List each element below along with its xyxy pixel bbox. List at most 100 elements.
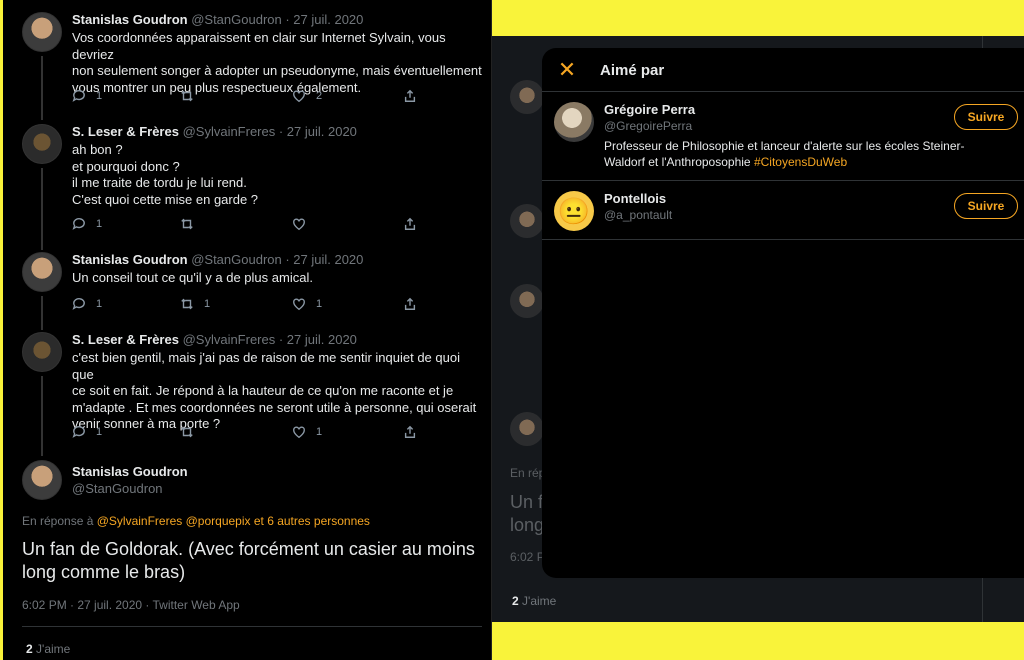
share-button[interactable] (403, 297, 417, 311)
author-handle[interactable]: @StanGoudron (72, 481, 163, 496)
reply-context: En réponse à @SylvainFreres @porquepix e… (22, 514, 370, 528)
author-meta: @SylvainFreres · 27 juil. 2020 (182, 124, 357, 139)
tweet-text: long (510, 515, 545, 535)
avatar[interactable] (22, 460, 62, 500)
reply-button[interactable]: 1 (72, 425, 102, 439)
author-meta: @StanGoudron · 27 juil. 2020 (191, 252, 364, 267)
retweet-button[interactable] (180, 217, 194, 231)
tweet-line: C'est quoi cette mise en garde ? (72, 191, 259, 207)
like-count: 1 (316, 426, 323, 438)
tweet[interactable]: S. Leser & Frères @SylvainFreres · 27 ju… (22, 124, 482, 250)
likes-label: J'aime (36, 642, 71, 656)
likes-link[interactable]: 2 J'aime (512, 594, 556, 608)
user-handle[interactable]: @GregoirePerra (604, 119, 692, 133)
author-name[interactable]: S. Leser & Frères (72, 332, 179, 347)
like-button[interactable]: 2 (292, 89, 322, 103)
author-name[interactable]: S. Leser & Frères (72, 124, 179, 139)
thread-line (41, 168, 43, 250)
user-bio: Professeur de Philosophie et lanceur d'a… (604, 138, 994, 170)
retweet-button[interactable]: 1 (180, 297, 210, 311)
tweet-line: c'est bien gentil, mais j'ai pas de rais… (72, 350, 460, 382)
author-name[interactable]: Stanislas Goudron (72, 12, 188, 27)
tweet-actions: 1 1 (72, 425, 416, 441)
avatar (510, 412, 544, 446)
likes-number: 2 (26, 642, 33, 656)
tweet-line: il me traite de tordu je lui rend. (72, 175, 247, 190)
user-name[interactable]: Pontellois (604, 191, 666, 206)
retweet-button[interactable] (180, 89, 204, 103)
hashtag-link[interactable]: #CitoyensDuWeb (754, 155, 847, 169)
reply-button[interactable]: 1 (72, 297, 102, 311)
user-cell[interactable]: 😐 Pontellois @a_pontault Suivre (542, 181, 1024, 240)
mention-link[interactable]: @porquepix (186, 514, 251, 528)
thread-line (41, 296, 43, 330)
mention-link[interactable]: @SylvainFreres (97, 514, 183, 528)
user-handle[interactable]: @a_pontault (604, 208, 672, 222)
heart-icon (292, 297, 306, 311)
reply-button[interactable]: 1 (72, 89, 102, 103)
author-meta: @StanGoudron · 27 juil. 2020 (191, 12, 364, 27)
avatar[interactable]: 😐 (554, 191, 594, 231)
avatar[interactable] (22, 252, 62, 292)
tweet-text: Un f (510, 492, 544, 512)
share-button[interactable] (403, 89, 417, 103)
author-name[interactable]: Stanislas Goudron (72, 252, 188, 267)
reply-button[interactable]: 1 (72, 217, 102, 231)
tweet-actions: 1 1 1 (72, 297, 416, 313)
tweet-text: c'est bien gentil, mais j'ai pas de rais… (72, 350, 482, 433)
share-button[interactable] (403, 425, 417, 439)
reply-icon (72, 297, 86, 311)
tweet-line: Un conseil tout ce qu'il y a de plus ami… (72, 270, 313, 285)
conversation-pane: Stanislas Goudron @StanGoudron · 27 juil… (0, 0, 492, 660)
tweet-line: non seulement songer à adopter un pseudo… (72, 63, 482, 78)
avatar[interactable] (22, 12, 62, 52)
tweet-actions: 1 (72, 217, 416, 233)
heart-icon (292, 89, 306, 103)
author-meta: @SylvainFreres · 27 juil. 2020 (182, 332, 357, 347)
share-icon (403, 297, 417, 311)
follow-button[interactable]: Suivre (954, 193, 1018, 219)
tweet-timestamp[interactable]: 6:02 PM · 27 juil. 2020 · Twitter Web Ap… (22, 598, 240, 612)
reply-context: En rép (510, 466, 546, 480)
tweet-line: ce soit en fait. Je répond à la hauteur … (72, 383, 454, 398)
likes-number: 2 (512, 594, 519, 608)
like-button[interactable] (292, 217, 306, 231)
like-button[interactable]: 1 (292, 425, 322, 439)
avatar[interactable] (22, 124, 62, 164)
avatar (510, 284, 544, 318)
close-button[interactable] (558, 60, 578, 80)
retweet-button[interactable] (180, 425, 194, 439)
tweet-actions: 1 2 (72, 89, 416, 105)
tweet-line: Vos coordonnées apparaissent en clair su… (72, 30, 446, 62)
desktop-background (492, 622, 1024, 660)
avatar[interactable] (554, 102, 594, 142)
others-link[interactable]: et 6 autres personnes (254, 514, 370, 528)
like-button[interactable]: 1 (292, 297, 322, 311)
tweet[interactable]: Stanislas Goudron @StanGoudron · 27 juil… (22, 252, 482, 330)
tweet[interactable]: Stanislas Goudron @StanGoudron · 27 juil… (22, 12, 482, 120)
reply-count: 1 (96, 298, 103, 310)
tweet-text: Un conseil tout ce qu'il y a de plus ami… (72, 270, 482, 287)
reply-icon (72, 217, 86, 231)
retweet-count: 1 (204, 298, 211, 310)
tweet-timestamp: 6:02 P (510, 550, 545, 564)
share-button[interactable] (403, 217, 417, 231)
divider (22, 626, 482, 627)
likes-link[interactable]: 2 J'aime (26, 642, 70, 656)
user-cell[interactable]: Grégoire Perra @GregoirePerra Professeur… (542, 92, 1024, 181)
tweet-text: ah bon ? et pourquoi donc ? il me traite… (72, 142, 482, 208)
share-icon (403, 89, 417, 103)
reply-count: 1 (96, 90, 103, 102)
user-name[interactable]: Grégoire Perra (604, 102, 695, 117)
reply-icon (72, 425, 86, 439)
tweet-line: m'adapte . Et mes coordonnées ne seront … (72, 399, 477, 415)
reply-prefix: En réponse à (22, 514, 94, 528)
close-icon (558, 62, 576, 82)
follow-button[interactable]: Suivre (954, 104, 1018, 130)
author-name[interactable]: Stanislas Goudron (72, 464, 188, 479)
tweet[interactable]: S. Leser & Frères @SylvainFreres · 27 ju… (22, 332, 482, 456)
tweet-text: Vos coordonnées apparaissent en clair su… (72, 30, 482, 96)
avatar[interactable] (22, 332, 62, 372)
retweet-icon (180, 425, 194, 439)
tweet-text: Un fan de Goldorak. (Avec forcément un c… (22, 539, 475, 582)
